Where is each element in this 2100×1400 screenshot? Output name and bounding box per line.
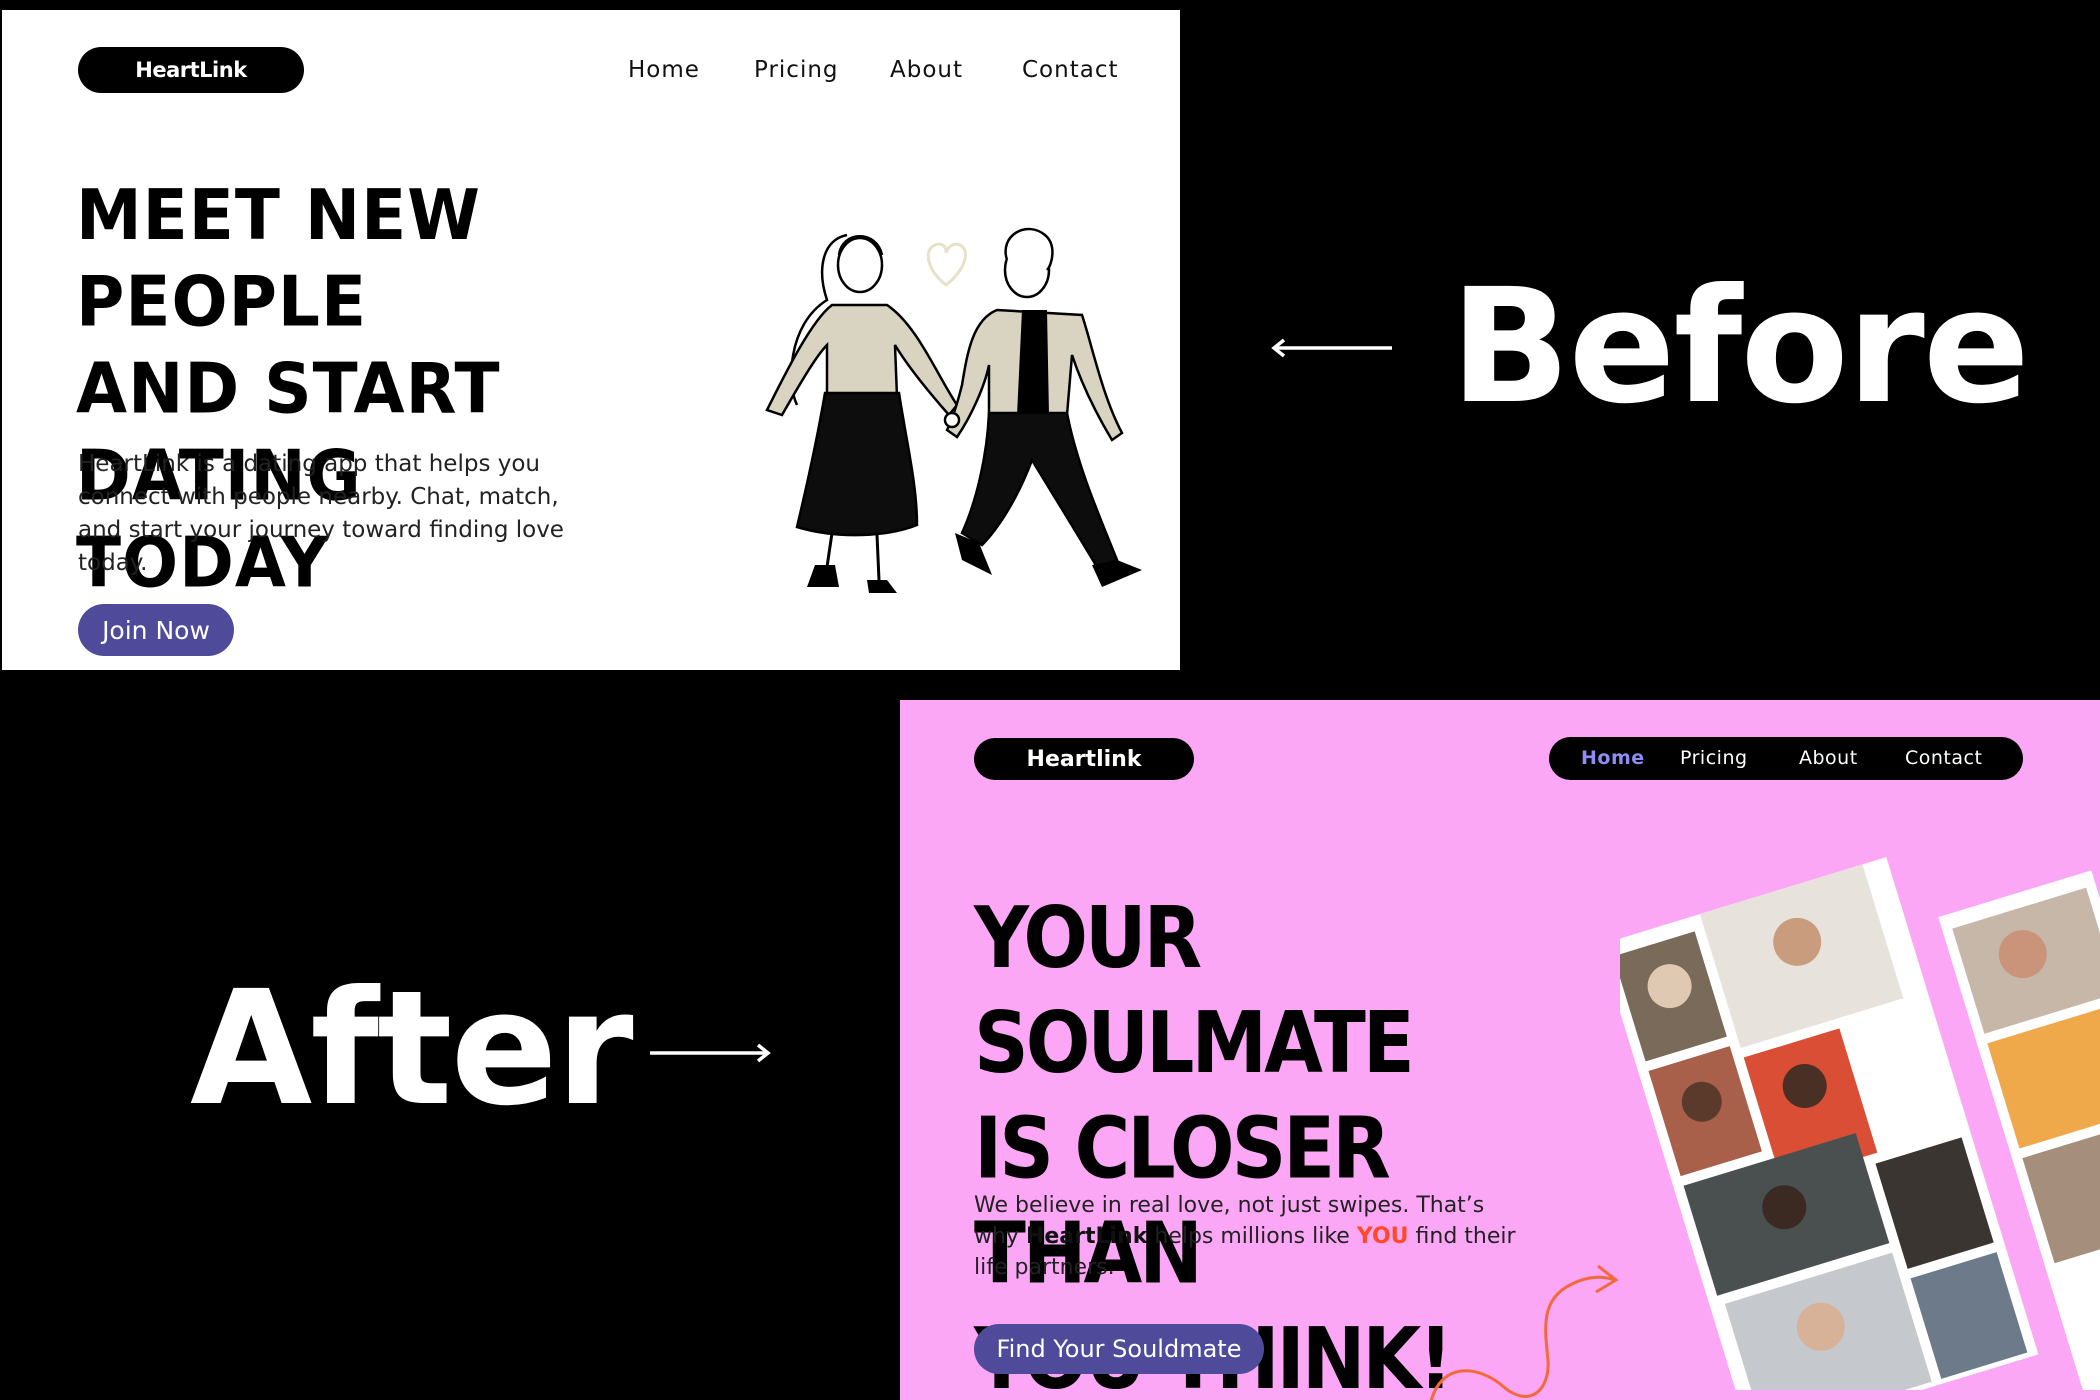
right-arrow-icon	[650, 1043, 771, 1063]
you-highlight: YOU	[1356, 1224, 1409, 1249]
after-landing-page: Heartlink Home Pricing About Contact You…	[900, 700, 2100, 1400]
find-soulmate-button[interactable]: Find Your Souldmate	[974, 1324, 1264, 1374]
nav-link-pricing[interactable]: Pricing	[1680, 737, 1748, 780]
profile-photo-collage	[1599, 830, 2100, 1400]
logo-pill[interactable]: Heartlink	[974, 738, 1194, 780]
hero-description: HeartLink is a dating app that helps you…	[78, 451, 564, 576]
couple-walking-illustration	[765, 227, 1142, 593]
nav-link-about[interactable]: About	[890, 50, 963, 90]
after-label: After	[190, 957, 634, 1141]
nav-link-contact[interactable]: Contact	[1022, 50, 1118, 90]
before-label: Before	[1450, 255, 2030, 439]
nav-link-about[interactable]: About	[1799, 737, 1858, 780]
nav-link-home[interactable]: Home	[1581, 737, 1645, 780]
join-now-button[interactable]: Join Now	[78, 604, 234, 656]
left-arrow-icon	[1271, 338, 1392, 358]
before-landing-page: HeartLink Home Pricing About Contact Mee…	[2, 10, 1180, 670]
squiggle-arrow-icon	[1429, 1264, 1619, 1400]
nav-link-contact[interactable]: Contact	[1905, 737, 1982, 780]
nav-bar: Home Pricing About Contact	[1549, 737, 2023, 780]
nav-link-pricing[interactable]: Pricing	[754, 50, 839, 90]
logo-pill[interactable]: HeartLink	[78, 47, 304, 93]
nav-link-home[interactable]: Home	[628, 50, 700, 90]
brand-name: HeartLink	[1025, 1224, 1148, 1249]
heart-icon	[926, 242, 967, 287]
